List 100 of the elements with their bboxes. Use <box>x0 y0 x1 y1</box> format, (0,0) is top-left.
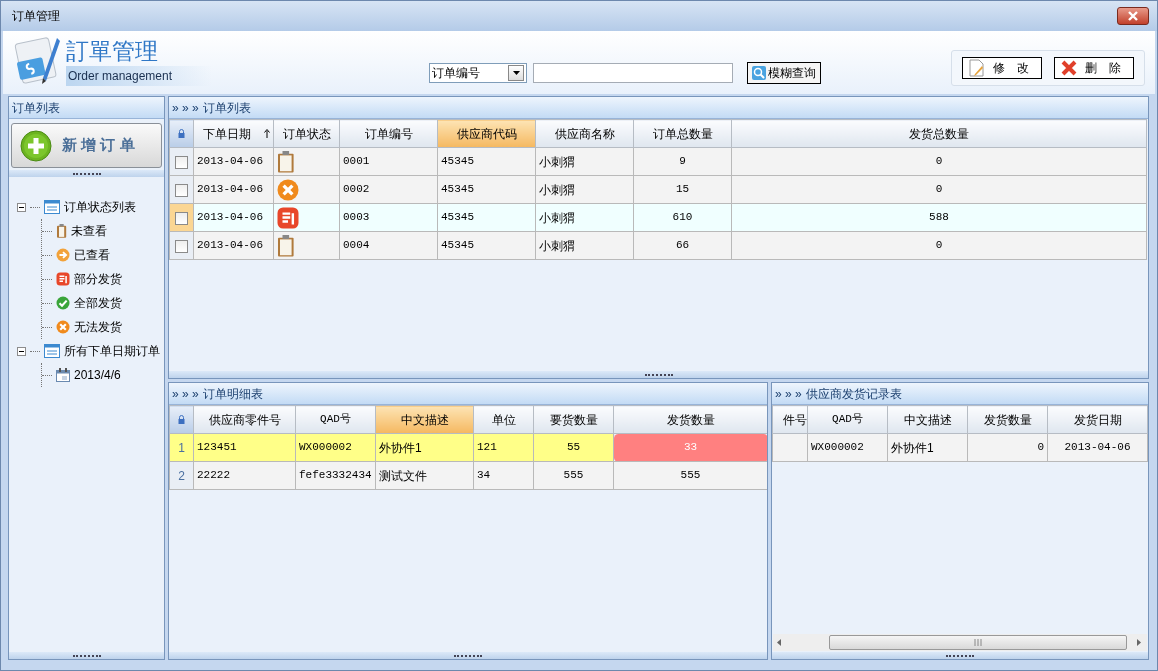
column-header[interactable]: 供应商名称 <box>535 119 634 148</box>
column-header[interactable]: 供应商零件号 <box>193 405 296 434</box>
column-header[interactable]: 订单编号 <box>339 119 438 148</box>
cross-circle-icon <box>56 320 70 334</box>
cross-circle-icon <box>277 178 299 201</box>
column-header[interactable]: 要货数量 <box>533 405 614 434</box>
table-cell: 2013-04-06 <box>1047 433 1148 462</box>
row-header[interactable] <box>169 231 194 260</box>
column-header[interactable]: 发货数量 <box>613 405 767 434</box>
tree-item[interactable]: 订单状态列表 <box>64 198 136 216</box>
table-cell: 0002 <box>339 175 438 204</box>
calendar-icon <box>56 368 70 382</box>
table-cell: 0 <box>967 433 1048 462</box>
tree-item[interactable]: 部分发货 <box>74 270 122 288</box>
row-number[interactable]: 2 <box>169 461 194 490</box>
table-cell: 555 <box>533 461 614 490</box>
logo-title: 訂單管理 <box>66 40 159 63</box>
edit-icon <box>969 59 985 77</box>
table-cell: 45345 <box>437 147 536 176</box>
arrow-circle-icon <box>56 248 70 262</box>
horizontal-scrollbar[interactable] <box>773 634 1147 651</box>
checkbox[interactable] <box>175 183 188 197</box>
table-cell: 22222 <box>193 461 296 490</box>
column-header[interactable]: 发货总数量 <box>731 119 1147 148</box>
tree-item[interactable]: 未查看 <box>71 222 108 240</box>
tree-item[interactable]: 2013/4/6 <box>74 366 121 384</box>
clipboard-icon <box>277 150 295 173</box>
grip-icon <box>974 639 982 646</box>
column-header[interactable]: 订单总数量 <box>633 119 732 148</box>
splitter-bar[interactable] <box>9 170 164 177</box>
list-icon <box>44 343 60 359</box>
checkbox[interactable] <box>175 211 188 225</box>
grip-icon <box>946 654 974 657</box>
table-cell: 34 <box>473 461 534 490</box>
search-button[interactable]: 模糊查询 <box>747 62 821 84</box>
column-header[interactable]: 订单状态 <box>273 119 340 148</box>
clipboard-icon <box>56 224 68 238</box>
table-cell: 45345 <box>437 203 536 232</box>
row-header[interactable] <box>169 147 194 176</box>
table-cell: 外协件1 <box>375 433 474 462</box>
caret-icon <box>512 71 520 75</box>
tree-item[interactable]: 全部发货 <box>74 294 122 312</box>
column-header[interactable]: 件号 <box>772 405 808 434</box>
table-cell: 小刺猬 <box>535 175 634 204</box>
collapse-toggle[interactable] <box>17 346 26 356</box>
close-icon <box>1127 11 1139 21</box>
table-cell: 45345 <box>437 175 536 204</box>
search-icon <box>752 66 766 80</box>
panel-title: 供应商发货记录表 <box>805 385 902 403</box>
checkbox[interactable] <box>175 155 188 169</box>
table-cell: 9 <box>633 147 732 176</box>
row-header[interactable] <box>169 175 194 204</box>
delete-icon <box>1061 60 1077 76</box>
row-header[interactable] <box>169 203 194 232</box>
splitter-bar[interactable] <box>9 652 164 659</box>
flag-icon <box>277 206 299 229</box>
search-type-select[interactable]: 订单编号 <box>429 63 527 83</box>
flag-icon <box>56 272 70 286</box>
tree-item[interactable]: 已查看 <box>74 246 110 264</box>
search-field[interactable] <box>533 63 733 83</box>
panel-title: 订单明细表 <box>202 385 263 403</box>
column-header[interactable]: 中文描述 <box>375 405 474 434</box>
column-header[interactable]: 单位 <box>473 405 534 434</box>
chevron-marks: » » » <box>172 385 199 403</box>
chevron-marks: » » » <box>172 99 199 117</box>
collapse-toggle[interactable] <box>17 202 26 212</box>
table-cell: 588 <box>731 203 1147 232</box>
table-cell: 55 <box>533 433 614 462</box>
table-cell: 45345 <box>437 231 536 260</box>
table-cell: 555 <box>613 461 767 490</box>
table-cell: 33 <box>613 433 767 462</box>
column-header[interactable]: QAD号 <box>807 405 888 434</box>
table-cell: 0 <box>731 175 1147 204</box>
close-button[interactable] <box>1117 7 1149 25</box>
scrollbar-thumb[interactable] <box>829 635 1127 650</box>
sort-arrow-icon <box>264 129 270 138</box>
row-number[interactable]: 1 <box>169 433 194 462</box>
table-cell: 15 <box>633 175 732 204</box>
delete-button[interactable]: 删 除 <box>1054 57 1134 79</box>
edit-button[interactable]: 修 改 <box>962 57 1042 79</box>
column-header[interactable]: 发货日期 <box>1047 405 1148 434</box>
panel-title: 订单列表 <box>202 99 251 117</box>
table-cell: 0004 <box>339 231 438 260</box>
column-header[interactable]: 中文描述 <box>887 405 968 434</box>
list-icon <box>44 199 60 215</box>
table-cell: 66 <box>633 231 732 260</box>
lock-icon <box>178 415 185 424</box>
column-header[interactable]: 供应商代码 <box>437 119 536 148</box>
scroll-left-icon <box>777 639 781 646</box>
checkbox[interactable] <box>175 239 188 253</box>
tree-item[interactable]: 无法发货 <box>74 318 122 336</box>
grip-icon <box>644 373 673 376</box>
add-order-button[interactable]: 新 增 订 单 <box>11 123 162 168</box>
table-cell: 小刺猬 <box>535 147 634 176</box>
tree-item[interactable]: 所有下单日期订单 <box>64 342 160 360</box>
column-header[interactable]: QAD号 <box>295 405 376 434</box>
table-cell: 121 <box>473 433 534 462</box>
window-title: 订单管理 <box>12 8 60 25</box>
column-header[interactable]: 发货数量 <box>967 405 1048 434</box>
column-header[interactable]: 下单日期 <box>193 119 274 148</box>
